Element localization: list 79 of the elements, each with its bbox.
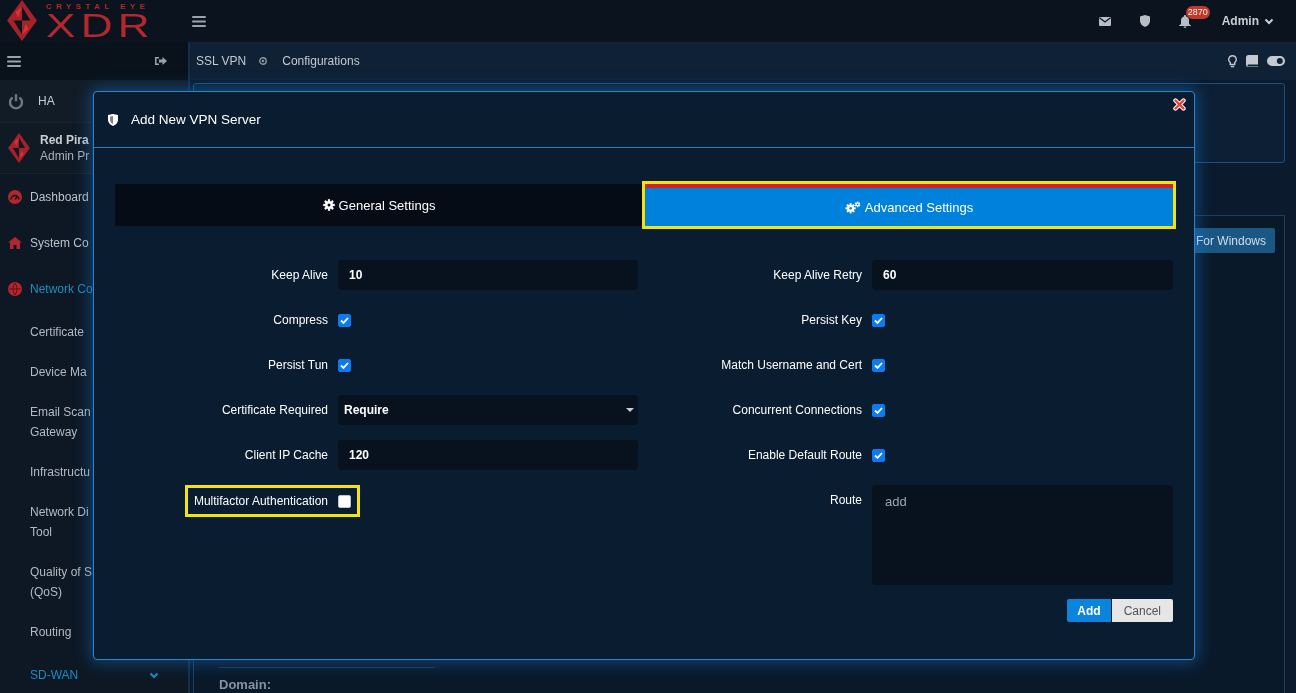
text-input[interactable]: 120 (338, 440, 638, 470)
checkbox[interactable] (872, 313, 885, 327)
field-label: Enable Default Route (747, 448, 862, 462)
checkmark-icon (340, 316, 349, 324)
field-label: Keep Alive Retry (773, 268, 862, 282)
envelope-icon[interactable] (1098, 16, 1111, 26)
domain-label: Domain: (219, 677, 271, 693)
checkmark-icon (340, 361, 349, 369)
field-label: Multifactor Authentication (193, 494, 328, 508)
diamond-logo-icon (8, 133, 30, 163)
profile-role: Admin Pr (40, 149, 90, 163)
sidebar-subitem[interactable]: Network Di Tool (30, 502, 89, 542)
shield-icon[interactable] (1139, 15, 1150, 27)
sidebar-subitem[interactable]: Email Scan Gateway (30, 402, 91, 442)
checkmark-icon (874, 406, 883, 414)
sidebar-item[interactable]: Network Co (30, 282, 93, 296)
checkmark-icon (874, 361, 883, 369)
sidebar-item[interactable]: Dashboard (30, 190, 89, 204)
textarea-field[interactable]: add (872, 485, 1173, 585)
field-label: Match Username and Cert (721, 358, 862, 372)
checkbox[interactable] (872, 403, 885, 417)
caret-down-icon (626, 408, 634, 412)
sidebar-item[interactable]: System Co (30, 236, 89, 250)
sidebar-item[interactable]: HA (38, 94, 55, 108)
logo-wordmark: XDR (46, 11, 155, 39)
lightbulb-icon[interactable] (1228, 54, 1237, 68)
globe-icon (8, 282, 22, 296)
checkbox[interactable] (872, 358, 885, 372)
close-icon[interactable] (1173, 98, 1186, 111)
breadcrumb-link[interactable]: SSL VPN (196, 54, 247, 68)
modal-title: Add New VPN Server (131, 112, 261, 127)
field-label: Client IP Cache (244, 448, 328, 462)
checkbox[interactable] (338, 313, 351, 327)
profile-name: Red Pira (40, 133, 89, 147)
field-label: Keep Alive (271, 268, 328, 282)
gauge-icon (8, 190, 22, 204)
cancel-button[interactable]: Cancel (1111, 599, 1173, 622)
logo-tagline: CRYSTAL EYE (46, 3, 150, 11)
download-button[interactable]: For Windows (1194, 228, 1275, 253)
sidebar-subitem[interactable]: Device Ma (30, 362, 87, 382)
field-label: Concurrent Connections (732, 403, 862, 417)
submit-button[interactable]: Add (1067, 599, 1111, 622)
field-label: Certificate Required (221, 403, 328, 417)
sign-out-icon[interactable] (155, 56, 167, 66)
chevron-down-icon[interactable] (149, 671, 159, 679)
sidebar-subitem[interactable]: Infrastructu (30, 462, 91, 482)
power-icon[interactable] (8, 92, 24, 110)
checkbox[interactable] (338, 358, 351, 372)
book-icon[interactable] (1246, 55, 1258, 67)
gears-icon (844, 200, 861, 214)
field-label: Persist Tun (267, 358, 328, 372)
checkbox[interactable] (872, 448, 885, 462)
user-menu[interactable]: Admin (1221, 14, 1259, 28)
house-icon (8, 237, 22, 249)
menu-icon[interactable] (7, 55, 21, 67)
breadcrumb-current: Configurations (282, 54, 360, 68)
field-label: Persist Key (801, 313, 862, 327)
field-label: Route (829, 492, 862, 509)
sidebar-subitem[interactable]: Quality of S (QoS) (30, 562, 93, 602)
dropdown[interactable]: Require (338, 395, 638, 425)
gear-icon (322, 199, 335, 211)
toggle-icon[interactable] (1267, 56, 1285, 66)
shield-icon (108, 113, 118, 126)
sidebar-item[interactable]: SD-WAN (30, 668, 79, 682)
text-input[interactable]: 10 (338, 260, 638, 290)
tab[interactable]: General Settings (115, 184, 643, 226)
notification-badge: 2870 (1185, 5, 1210, 19)
circle-dot-icon (259, 57, 268, 65)
checkmark-icon (874, 316, 883, 324)
field-label: Compress (273, 313, 328, 327)
checkmark-icon (874, 451, 883, 459)
sidebar-subitem[interactable]: Certificate (30, 322, 85, 342)
tab[interactable]: Advanced Settings (645, 184, 1173, 226)
checkbox[interactable] (338, 494, 351, 508)
menu-icon[interactable] (192, 15, 206, 27)
text-input[interactable]: 60 (872, 260, 1173, 290)
chevron-down-icon[interactable] (1264, 17, 1274, 25)
sidebar-subitem[interactable]: Routing (30, 622, 72, 642)
bell-icon[interactable] (1178, 14, 1191, 28)
